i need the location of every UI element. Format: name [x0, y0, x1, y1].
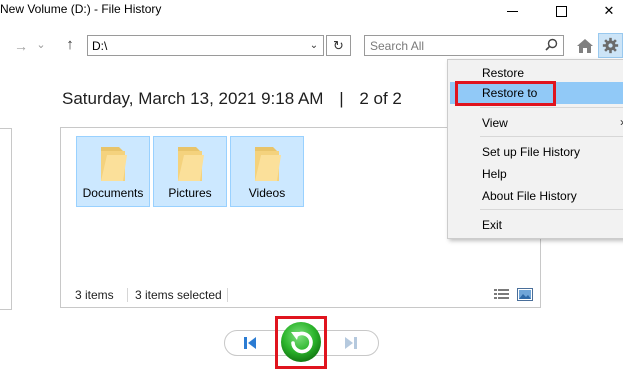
folder-icon	[101, 147, 127, 181]
next-version-button[interactable]	[338, 332, 364, 354]
details-view-icon[interactable]	[494, 288, 510, 301]
previous-version-button[interactable]	[237, 332, 263, 354]
close-button[interactable]: ✕	[589, 0, 623, 22]
folder-icon	[178, 147, 204, 181]
snapshot-heading: Saturday, March 13, 2021 9:18 AM | 2 of …	[62, 89, 402, 109]
folder-name: Pictures	[168, 186, 212, 200]
search-input[interactable]: Search All	[364, 35, 564, 56]
snapshot-position: 2 of 2	[359, 89, 402, 108]
folder-item-pictures[interactable]: Pictures	[153, 136, 227, 207]
address-dropdown-icon[interactable]: ⌄	[305, 36, 323, 55]
status-divider	[127, 288, 128, 302]
menu-item-help[interactable]: Help	[450, 163, 623, 185]
search-icon[interactable]	[545, 38, 558, 54]
folder-icon	[255, 147, 281, 181]
address-bar[interactable]: D:\ ⌄	[87, 35, 324, 56]
minimize-icon	[506, 10, 518, 12]
maximize-icon	[555, 5, 567, 17]
previous-icon	[244, 337, 256, 349]
settings-button[interactable]	[598, 33, 623, 58]
menu-separator	[480, 107, 623, 108]
previous-snapshot-panel[interactable]	[0, 128, 12, 310]
address-text[interactable]: D:\	[92, 39, 107, 53]
recent-locations-dropdown-icon[interactable]: ⌄	[34, 38, 48, 51]
restore-to-highlight	[455, 81, 556, 106]
restore-button-highlight	[275, 316, 327, 369]
folder-name: Videos	[248, 186, 286, 200]
heading-separator: |	[339, 89, 344, 108]
next-icon	[345, 337, 357, 349]
menu-item-about[interactable]: About File History	[450, 185, 623, 207]
large-icons-view-icon[interactable]	[517, 288, 533, 301]
status-divider	[227, 288, 228, 302]
home-icon[interactable]	[575, 36, 595, 56]
menu-item-view[interactable]: View ›	[450, 112, 623, 134]
menu-separator	[480, 136, 623, 137]
selected-count: 3 items selected	[135, 288, 222, 302]
up-arrow-icon[interactable]: ↑	[62, 36, 78, 53]
menu-item-label: View	[482, 116, 508, 130]
item-count: 3 items	[75, 288, 114, 302]
title-bar: New Volume (D:) - File History ✕	[0, 0, 623, 22]
menu-item-exit[interactable]: Exit	[450, 214, 623, 236]
menu-item-setup[interactable]: Set up File History	[450, 141, 623, 163]
close-icon: ✕	[603, 3, 615, 18]
menu-item-label: Restore	[482, 66, 525, 80]
status-bar: 3 items 3 items selected	[61, 284, 540, 307]
menu-item-label: Exit	[482, 218, 503, 232]
snapshot-date: Saturday, March 13, 2021 9:18 AM	[62, 89, 324, 108]
gear-icon	[602, 37, 619, 54]
menu-item-label: Set up File History	[482, 145, 581, 159]
refresh-icon: ↻	[333, 37, 344, 53]
menu-separator	[480, 209, 623, 210]
refresh-button[interactable]: ↻	[326, 35, 351, 56]
folder-item-videos[interactable]: Videos	[230, 136, 304, 207]
folder-item-documents[interactable]: Documents	[76, 136, 150, 207]
window-title: New Volume (D:) - File History	[0, 2, 162, 16]
search-placeholder: Search All	[370, 39, 425, 53]
folder-name: Documents	[82, 186, 144, 200]
forward-icon[interactable]: →	[13, 38, 29, 54]
maximize-button[interactable]	[541, 0, 581, 22]
menu-item-label: Help	[482, 167, 507, 181]
menu-item-label: About File History	[482, 189, 577, 203]
minimize-button[interactable]	[492, 0, 532, 22]
